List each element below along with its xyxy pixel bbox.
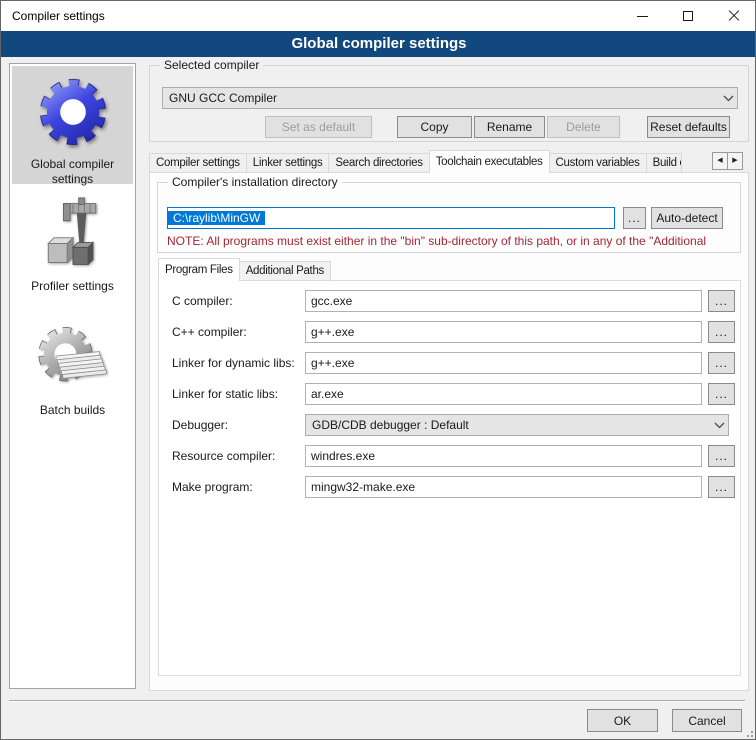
selected-compiler-group: Selected compiler GNU GCC Compiler Set a…: [149, 65, 749, 142]
gray-gear-stack-icon: [12, 320, 133, 399]
maximize-button[interactable]: [665, 1, 711, 31]
settings-sidebar: Global compiler settings: [9, 63, 136, 689]
chevron-down-icon: [710, 422, 728, 429]
minimize-button[interactable]: [619, 1, 665, 31]
close-button[interactable]: [711, 1, 756, 31]
resource-compiler-input[interactable]: windres.exe: [305, 445, 702, 467]
c-compiler-input[interactable]: gcc.exe: [305, 290, 702, 312]
c-compiler-browse-button[interactable]: ...: [708, 290, 735, 312]
auto-detect-button[interactable]: Auto-detect: [651, 207, 723, 229]
make-program-input[interactable]: mingw32-make.exe: [305, 476, 702, 498]
static-linker-browse-button[interactable]: ...: [708, 383, 735, 405]
form-row: C++ compiler: g++.exe ...: [159, 321, 742, 343]
browse-directory-button[interactable]: ...: [623, 207, 646, 229]
ok-button[interactable]: OK: [587, 709, 658, 732]
tab-additional-paths[interactable]: Additional Paths: [239, 261, 331, 281]
installation-directory-input[interactable]: C:\raylib\MinGW: [167, 207, 615, 229]
tab-linker-settings[interactable]: Linker settings: [246, 153, 330, 173]
caliper-cubes-icon: [12, 196, 133, 275]
selected-compiler-value: GNU GCC Compiler: [163, 91, 719, 105]
delete-button[interactable]: Delete: [547, 116, 620, 138]
sidebar-item-profiler-settings[interactable]: Profiler settings: [12, 196, 133, 294]
form-row: Linker for static libs: ar.exe ...: [159, 383, 742, 405]
sidebar-item-label: Profiler settings: [12, 275, 133, 294]
maximize-icon: [683, 11, 693, 21]
bin-subdirectory-note: NOTE: All programs must exist either in …: [167, 234, 737, 248]
cancel-button[interactable]: Cancel: [672, 709, 742, 732]
resize-grip-icon[interactable]: [741, 725, 753, 737]
minimize-icon: [637, 16, 648, 17]
tab-toolchain-executables[interactable]: Toolchain executables: [429, 150, 550, 173]
chevron-down-icon: [719, 95, 737, 102]
compiler-settings-dialog: Compiler settings Global compiler settin…: [0, 0, 756, 740]
set-as-default-button[interactable]: Set as default: [265, 116, 372, 138]
tab-search-directories[interactable]: Search directories: [328, 153, 429, 173]
close-icon: [728, 10, 740, 22]
dynamic-linker-input[interactable]: g++.exe: [305, 352, 702, 374]
group-label: Selected compiler: [160, 58, 263, 72]
static-linker-input[interactable]: ar.exe: [305, 383, 702, 405]
make-program-label: Make program:: [172, 480, 253, 494]
dynamic-linker-browse-button[interactable]: ...: [708, 352, 735, 374]
program-tabs: Program Files Additional Paths: [158, 258, 330, 281]
tab-custom-variables[interactable]: Custom variables: [549, 153, 647, 173]
titlebar[interactable]: Compiler settings: [1, 1, 756, 31]
reset-defaults-button[interactable]: Reset defaults: [647, 116, 730, 138]
resource-compiler-label: Resource compiler:: [172, 449, 275, 463]
sidebar-item-label: Batch builds: [12, 399, 133, 418]
blue-gear-icon: [12, 66, 133, 153]
form-row: Make program: mingw32-make.exe ...: [159, 476, 742, 498]
tab-build-options[interactable]: Build options: [646, 153, 682, 173]
copy-button[interactable]: Copy: [397, 116, 472, 138]
cpp-compiler-browse-button[interactable]: ...: [708, 321, 735, 343]
sidebar-item-global-compiler-settings[interactable]: Global compiler settings: [12, 66, 133, 184]
tab-scroll-buttons: ◀ ▶: [713, 152, 743, 170]
tab-program-files[interactable]: Program Files: [158, 258, 240, 281]
tab-scroll-left-icon[interactable]: ◀: [712, 152, 728, 170]
form-row: C compiler: gcc.exe ...: [159, 290, 742, 312]
selected-compiler-dropdown[interactable]: GNU GCC Compiler: [162, 87, 738, 109]
debugger-label: Debugger:: [172, 418, 228, 432]
program-files-page: C compiler: gcc.exe ... C++ compiler: g+…: [158, 280, 741, 676]
installation-directory-value: C:\raylib\MinGW: [168, 211, 265, 225]
window-title: Compiler settings: [12, 1, 105, 31]
sidebar-item-label: Global compiler settings: [12, 153, 133, 187]
resource-compiler-browse-button[interactable]: ...: [708, 445, 735, 467]
sidebar-item-batch-builds[interactable]: Batch builds: [12, 320, 133, 418]
form-row: Linker for dynamic libs: g++.exe ...: [159, 352, 742, 374]
debugger-dropdown[interactable]: GDB/CDB debugger : Default: [305, 414, 729, 436]
static-linker-label: Linker for static libs:: [172, 387, 278, 401]
c-compiler-label: C compiler:: [172, 294, 233, 308]
form-row: Resource compiler: windres.exe ...: [159, 445, 742, 467]
cpp-compiler-label: C++ compiler:: [172, 325, 247, 339]
cpp-compiler-input[interactable]: g++.exe: [305, 321, 702, 343]
tab-scroll-right-icon[interactable]: ▶: [727, 152, 743, 170]
tab-compiler-settings[interactable]: Compiler settings: [149, 153, 247, 173]
dynamic-linker-label: Linker for dynamic libs:: [172, 356, 295, 370]
make-program-browse-button[interactable]: ...: [708, 476, 735, 498]
form-row: Debugger: GDB/CDB debugger : Default: [159, 414, 742, 436]
rename-button[interactable]: Rename: [474, 116, 545, 138]
page-title: Global compiler settings: [1, 31, 756, 57]
group-label: Compiler's installation directory: [168, 175, 342, 189]
main-tabs: Compiler settings Linker settings Search…: [149, 150, 749, 173]
footer-divider: [9, 700, 745, 702]
